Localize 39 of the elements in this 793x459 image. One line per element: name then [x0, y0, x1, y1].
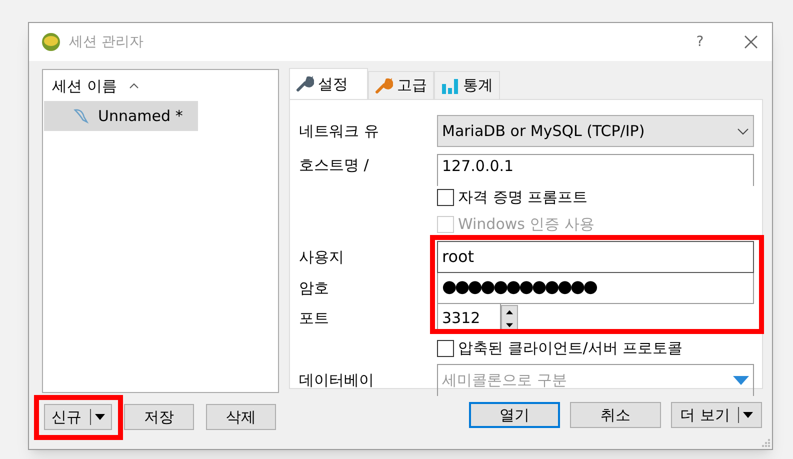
- push-button[interactable]: 저장: [124, 404, 194, 430]
- bar-chart-icon: [441, 78, 459, 94]
- sort-icon: [128, 83, 139, 89]
- checkbox[interactable]: [437, 188, 454, 206]
- hostname-field[interactable]: 127.0.0.1: [437, 154, 754, 186]
- push-button[interactable]: 취소: [570, 402, 661, 428]
- resize-grip-icon: [761, 438, 771, 448]
- push-button[interactable]: 삭제: [206, 404, 276, 430]
- caret-icon: [742, 412, 753, 418]
- wrench-icon: [296, 75, 314, 93]
- field-label: 사용지: [299, 246, 345, 268]
- dropdown-button[interactable]: 더 보기: [671, 402, 762, 428]
- column-header[interactable]: 세션 이름: [52, 74, 117, 98]
- tab[interactable]: 설정: [289, 68, 368, 99]
- checkbox[interactable]: [437, 340, 454, 356]
- password-field[interactable]: ●●●●●●●●●●●●: [437, 273, 754, 304]
- help-button[interactable]: ?: [690, 32, 710, 52]
- caret-icon: [94, 414, 104, 420]
- session-item[interactable]: Unnamed *: [44, 101, 198, 131]
- network-type-dropdown[interactable]: MariaDB or MySQL (TCP/IP): [437, 115, 754, 147]
- wrench-icon: [375, 76, 393, 94]
- field-label: 호스트명 /: [299, 155, 370, 176]
- field-label: 암호: [299, 278, 330, 300]
- checkbox-label: 압축된 클라이언트/서버 프로토콜: [458, 338, 683, 359]
- chevron-icon: [737, 128, 749, 134]
- dropdown-triangle-icon: [733, 376, 749, 385]
- field-label: 네트워크 유: [299, 120, 380, 142]
- checkbox-label: 자격 증명 프롬프트: [458, 186, 588, 208]
- close-icon[interactable]: [744, 35, 758, 49]
- app-logo-icon: [41, 32, 61, 52]
- window-title: 세션 관리자: [69, 32, 144, 52]
- tab[interactable]: 고급: [368, 71, 434, 99]
- checkbox-label: Windows 인증 사용: [458, 214, 594, 235]
- dropdown-button[interactable]: 신규: [44, 404, 112, 430]
- push-button[interactable]: 열기: [469, 402, 560, 428]
- user-field[interactable]: root: [437, 241, 754, 273]
- tab[interactable]: 통계: [434, 71, 500, 99]
- field-label: 포트: [299, 308, 330, 330]
- field-label: 데이터베이: [299, 370, 375, 391]
